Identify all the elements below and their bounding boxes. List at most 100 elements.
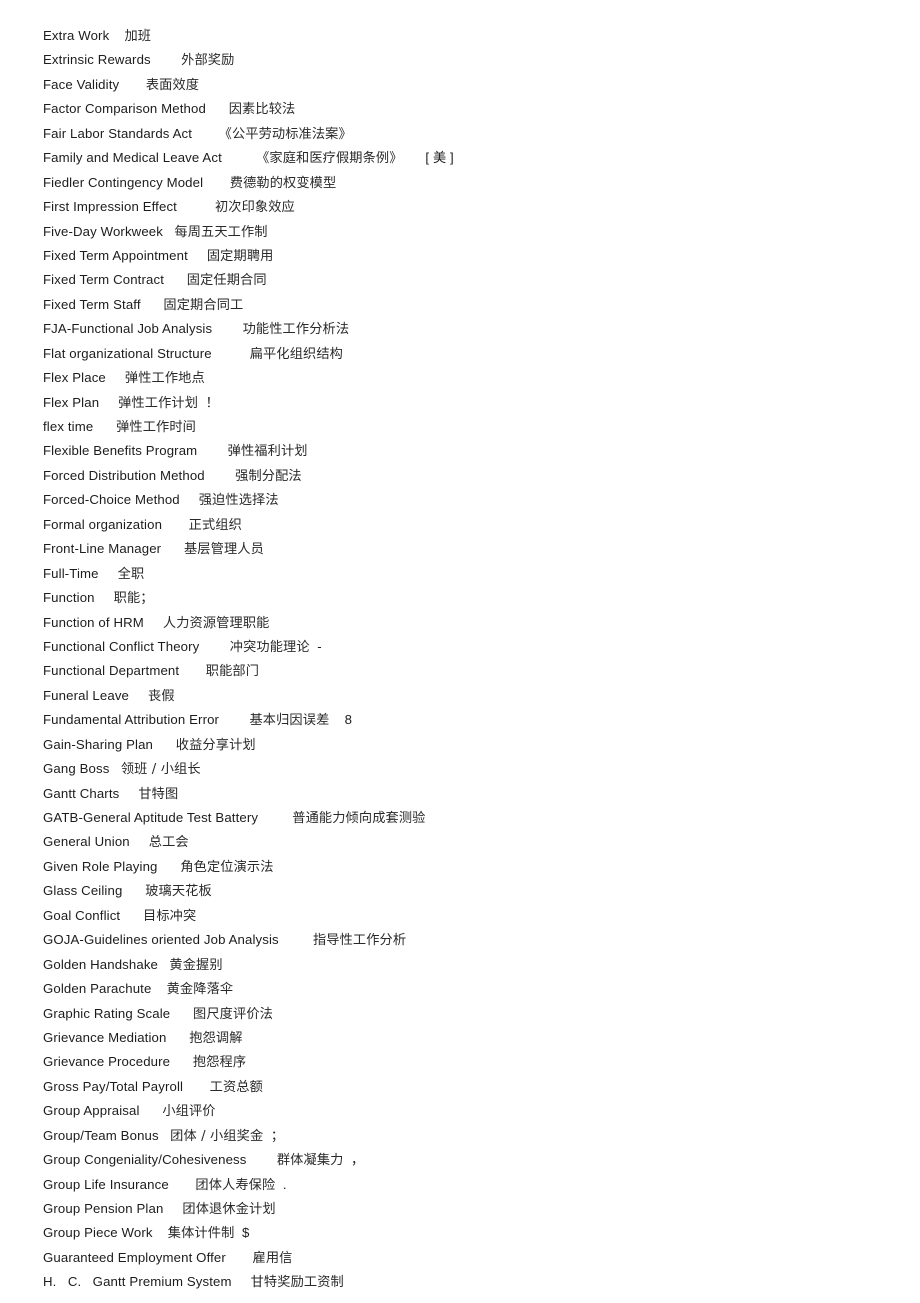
- glossary-term-en: Flex Place: [43, 370, 106, 386]
- glossary-term-en: GOJA-Guidelines oriented Job Analysis: [43, 932, 279, 948]
- glossary-gap: [153, 1225, 168, 1240]
- glossary-term-en: Flex Plan: [43, 394, 100, 410]
- glossary-entry: Flex Plan 弹性工作计划 ！: [43, 391, 920, 415]
- glossary-suffix: -: [309, 638, 322, 654]
- glossary-term-zh: 抱怨调解: [189, 1030, 243, 1046]
- glossary-term-en: FJA-Functional Job Analysis: [43, 321, 213, 337]
- glossary-term-zh: 表面效度: [145, 77, 200, 93]
- glossary-entry: Flat organizational Structure 扁平化组织结构: [43, 342, 920, 366]
- glossary-term-en: Extra Work: [43, 28, 110, 43]
- glossary-term-en: Group Appraisal: [43, 1103, 140, 1119]
- glossary-entry: Full-Time 全职: [43, 562, 920, 586]
- glossary-term-en: GATB-General Aptitude Test Battery: [43, 810, 259, 825]
- glossary-gap: [162, 517, 189, 532]
- glossary-gap: [120, 908, 143, 923]
- glossary-entry: Flexible Benefits Program 弹性福利计划: [43, 439, 920, 463]
- glossary-term-zh: 团体 / 小组奖金: [170, 1128, 264, 1144]
- glossary-term-en: Given Role Playing: [43, 858, 158, 874]
- glossary-term-zh: 集体计件制: [167, 1226, 235, 1242]
- glossary-gap: [179, 663, 206, 678]
- glossary-term-en: Group Congeniality/Cohesiveness: [43, 1152, 247, 1168]
- glossary-entry: Functional Conflict Theory 冲突功能理论 -: [43, 635, 920, 659]
- glossary-term-zh: 收益分享计划: [175, 737, 256, 753]
- glossary-term-en: Five-Day Workweek: [43, 223, 163, 239]
- glossary-entry: Five-Day Workweek 每周五天工作制: [43, 220, 920, 244]
- glossary-gap: [203, 175, 230, 190]
- glossary-gap: [130, 834, 149, 849]
- glossary-gap: [151, 981, 166, 996]
- glossary-entry: Fixed Term Staff 固定期合同工: [43, 293, 920, 317]
- glossary-term-zh: 玻璃天花板: [145, 884, 212, 900]
- glossary-entry: FJA-Functional Job Analysis 功能性工作分析法: [43, 317, 920, 341]
- glossary-term-en: Full-Time: [43, 565, 99, 581]
- glossary-term-zh: 因素比较法: [228, 102, 296, 118]
- glossary-gap: [122, 883, 145, 898]
- glossary-term-zh: 群体凝集力: [276, 1153, 344, 1169]
- glossary-entry: Function 职能；: [43, 586, 920, 610]
- glossary-term-en: Functional Department: [43, 663, 180, 679]
- glossary-suffix: 8: [329, 712, 353, 728]
- glossary-term-zh: 角色定位演示法: [180, 859, 274, 875]
- glossary-gap: [129, 688, 148, 703]
- glossary-gap: [212, 321, 242, 336]
- glossary-entry: Group Pension Plan 团体退休金计划: [43, 1197, 920, 1221]
- glossary-gap: [219, 712, 249, 727]
- glossary-gap: [226, 1250, 253, 1265]
- glossary-term-zh: 弹性工作地点: [124, 371, 205, 387]
- glossary-gap: [99, 395, 118, 410]
- glossary-term-en: Formal organization: [43, 516, 163, 532]
- glossary-term-en: Extrinsic Rewards: [43, 52, 151, 68]
- glossary-gap: [279, 932, 313, 947]
- glossary-term-zh: 丧假: [148, 688, 175, 704]
- glossary-entry: Goal Conflict 目标冲突: [43, 904, 920, 928]
- glossary-entry: Fundamental Attribution Error 基本归因误差 8: [43, 708, 920, 732]
- glossary-term-zh: 每周五天工作制: [174, 224, 268, 240]
- glossary-gap: [119, 77, 146, 92]
- glossary-term-zh: 指导性工作分析: [312, 933, 407, 949]
- glossary-entry: Grievance Procedure 抱怨程序: [43, 1050, 920, 1074]
- glossary-term-zh: 甘特奖励工资制: [250, 1275, 344, 1291]
- glossary-term-en: Flat organizational Structure: [43, 345, 212, 361]
- glossary-gap: [95, 590, 114, 605]
- glossary-entry: GATB-General Aptitude Test Battery 普通能力倾…: [43, 806, 920, 830]
- glossary-term-en: Fixed Term Contract: [43, 272, 164, 288]
- glossary-term-en: Guaranteed Employment Offer: [43, 1249, 226, 1265]
- glossary-term-en: Gantt Charts: [43, 785, 120, 801]
- glossary-gap: [246, 1152, 276, 1167]
- glossary-entry: Gantt Charts 甘特图: [43, 782, 920, 806]
- glossary-gap: [188, 248, 207, 263]
- glossary-entry: Functional Department 职能部门: [43, 659, 920, 683]
- glossary-suffix: ！: [198, 394, 219, 410]
- glossary-gap: [212, 346, 250, 361]
- glossary-term-zh: 职能: [113, 591, 141, 607]
- glossary-suffix: .: [275, 1176, 287, 1192]
- glossary-entry: Group/Team Bonus 团体 / 小组奖金 ；: [43, 1124, 920, 1148]
- glossary-term-zh: 全职: [117, 566, 145, 582]
- glossary-gap: [153, 737, 176, 752]
- glossary-term-zh: 小组评价: [162, 1104, 216, 1120]
- glossary-gap: [99, 566, 118, 581]
- glossary-gap: [192, 126, 219, 141]
- glossary-term-en: Glass Ceiling: [43, 883, 123, 899]
- glossary-entry: Formal organization 正式组织: [43, 513, 920, 537]
- glossary-term-en: Group Pension Plan: [43, 1201, 164, 1216]
- glossary-term-en: First Impression Effect: [43, 199, 177, 215]
- glossary-term-en: Goal Conflict: [43, 907, 121, 923]
- glossary-term-en: Face Validity: [43, 76, 120, 92]
- glossary-term-zh: 黄金握别: [169, 957, 223, 973]
- glossary-term-en: Fixed Term Appointment: [43, 247, 188, 263]
- glossary-entry: Extrinsic Rewards 外部奖励: [43, 48, 920, 72]
- glossary-entry: Glass Ceiling 玻璃天花板: [43, 879, 920, 903]
- glossary-gap: [144, 615, 163, 630]
- glossary-term-zh: 初次印象效应: [214, 200, 295, 216]
- glossary-entry: Forced Distribution Method 强制分配法: [43, 464, 920, 488]
- glossary-term-zh: 总工会: [148, 835, 189, 851]
- glossary-entry: Forced-Choice Method 强迫性选择法: [43, 488, 920, 512]
- glossary-gap: [169, 1177, 196, 1192]
- glossary-term-zh: 抱怨程序: [192, 1055, 247, 1071]
- glossary-entry: Funeral Leave 丧假: [43, 684, 920, 708]
- glossary-term-zh: 弹性福利计划: [227, 444, 308, 460]
- glossary-term-zh: 职能部门: [205, 664, 260, 680]
- glossary-term-zh: 图尺度评价法: [193, 1006, 273, 1022]
- glossary-entry: Golden Parachute 黄金降落伞: [43, 977, 920, 1001]
